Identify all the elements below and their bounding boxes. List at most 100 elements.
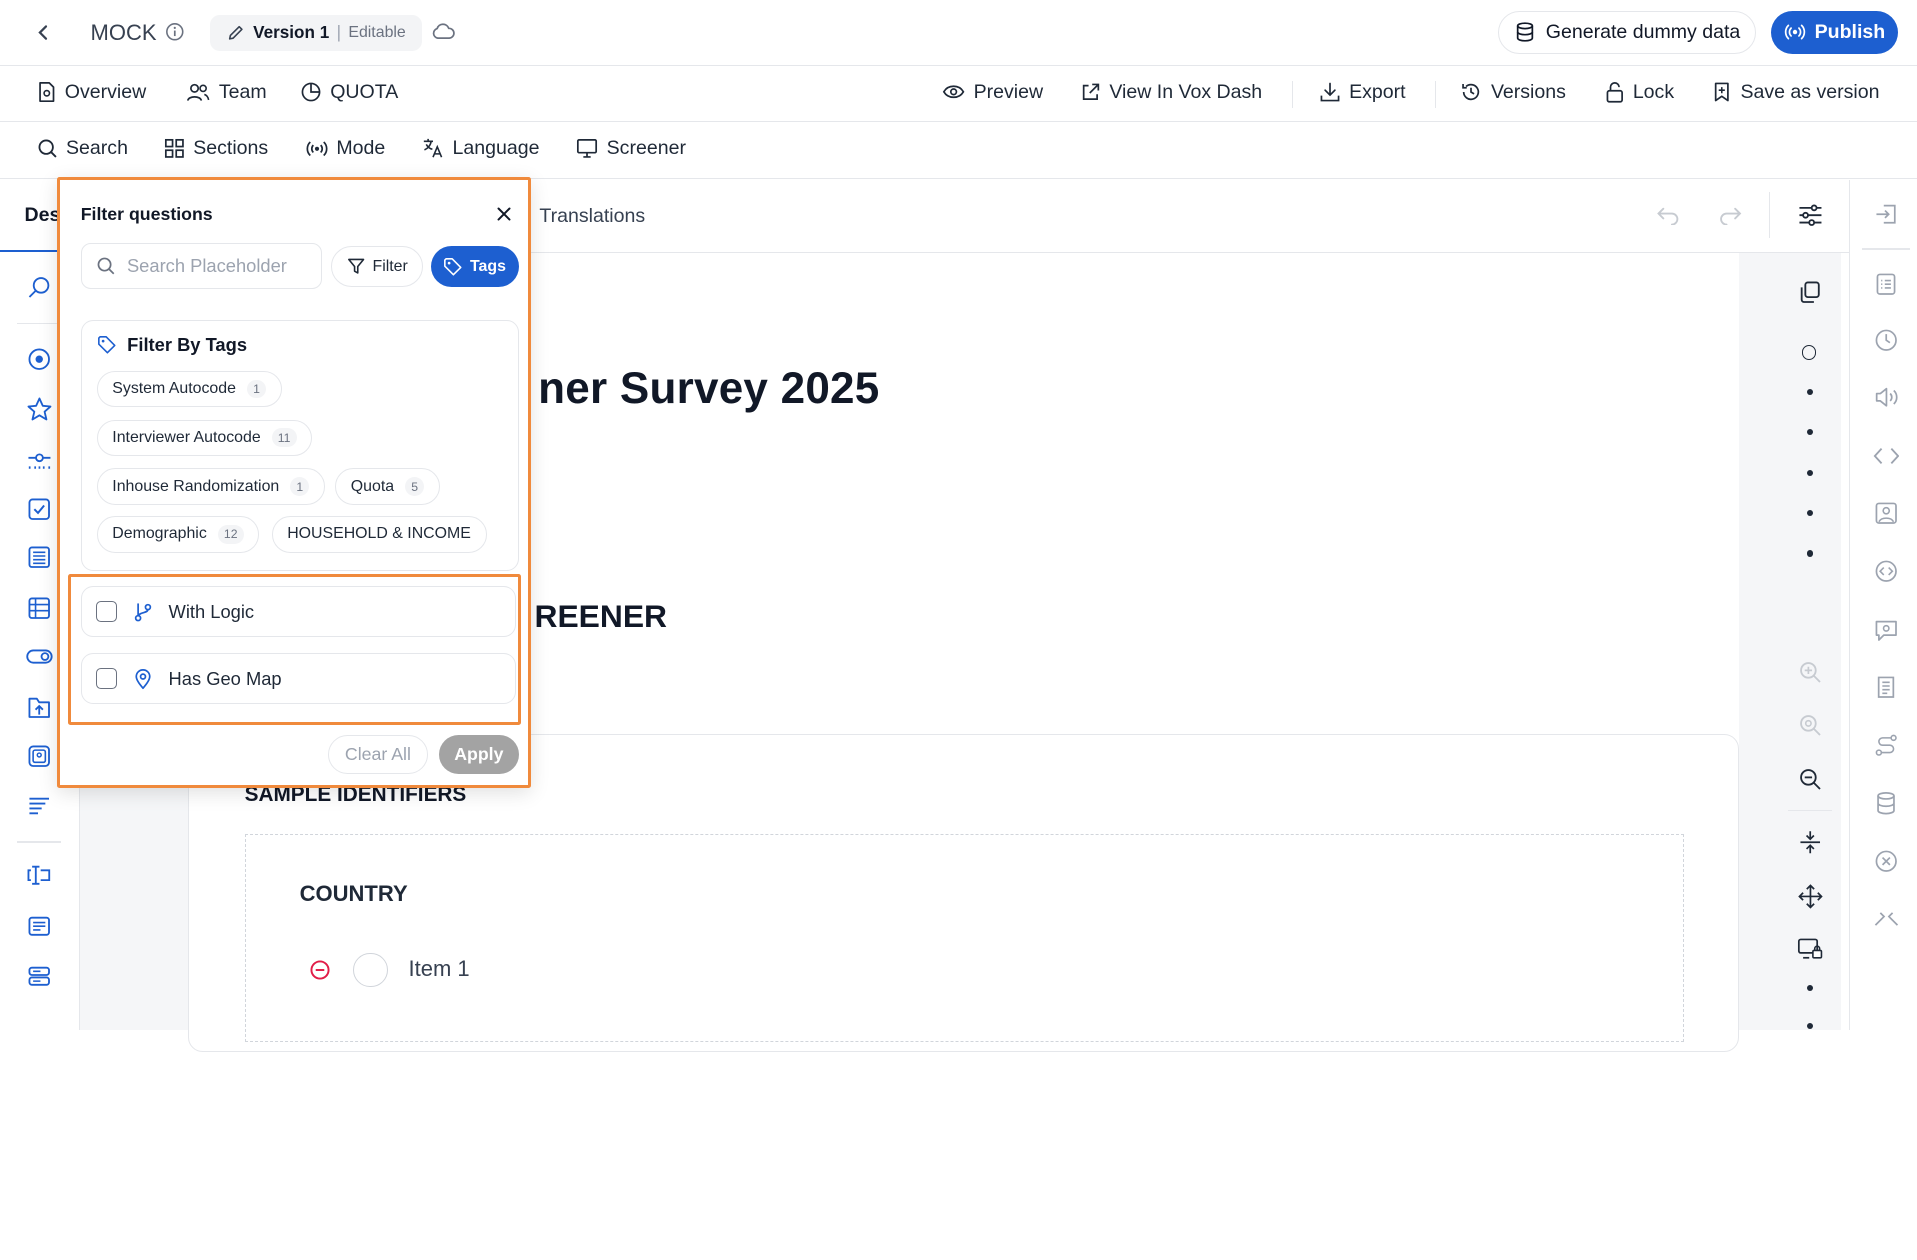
tag-chip[interactable]: Interviewer Autocode 11	[97, 420, 313, 457]
survey-title[interactable]: ner Survey 2025	[538, 364, 879, 414]
file-upload-icon[interactable]	[24, 692, 53, 721]
nav-team[interactable]: Team	[186, 81, 267, 104]
tools-icon[interactable]	[1871, 904, 1900, 933]
apply-button[interactable]: Apply	[439, 735, 519, 774]
redo-icon[interactable]	[1716, 201, 1745, 230]
option-with-logic[interactable]: With Logic	[81, 586, 516, 637]
nav-overview[interactable]: Overview	[37, 81, 147, 104]
text-block-icon[interactable]	[24, 543, 53, 572]
nav-save-as-version[interactable]: Save as version	[1712, 81, 1879, 104]
panel-expand-icon[interactable]	[1871, 199, 1900, 228]
outline-dot[interactable]	[1807, 1023, 1813, 1029]
tag-chip-label: Quota	[351, 478, 394, 496]
toolbar-language[interactable]: Language	[422, 137, 540, 160]
has-geo-map-checkbox[interactable]	[96, 668, 117, 689]
outline-dot[interactable]	[1807, 510, 1813, 516]
code-icon[interactable]	[1871, 442, 1900, 471]
toolbar-screener[interactable]: Screener	[576, 137, 686, 160]
zoom-out-icon[interactable]	[1796, 764, 1825, 793]
nav-view-vox-dash[interactable]: View In Vox Dash	[1080, 81, 1262, 104]
route-icon[interactable]	[1871, 730, 1900, 759]
option-has-geo-map[interactable]: Has Geo Map	[81, 653, 516, 704]
tag-chip[interactable]: Inhouse Randomization 1	[97, 468, 325, 505]
nav-team-label: Team	[219, 81, 267, 104]
toolbar-search[interactable]: Search	[37, 137, 128, 160]
close-circle-icon[interactable]	[1871, 846, 1900, 875]
image-choice-icon[interactable]	[24, 741, 53, 770]
outline-dot[interactable]	[1807, 550, 1813, 556]
collapse-vertical-icon[interactable]	[1796, 828, 1825, 857]
outline-dot[interactable]	[1807, 470, 1813, 476]
remove-item-icon[interactable]	[309, 959, 331, 981]
outline-dot[interactable]	[1807, 985, 1813, 991]
publish-button[interactable]: Publish	[1771, 11, 1898, 54]
document-lines-icon[interactable]	[1871, 673, 1900, 702]
tag-chip[interactable]: System Autocode 1	[97, 371, 282, 408]
monitor-icon	[576, 138, 598, 159]
nav-bar: Overview Team QUOTA Preview View In Vox …	[0, 66, 1917, 122]
tag-chip-count: 1	[290, 477, 309, 496]
version-pill[interactable]: Version 1 | Editable	[210, 15, 421, 52]
item-radio[interactable]	[353, 953, 387, 987]
screen-lock-icon[interactable]	[1796, 934, 1825, 963]
cloud-sync-icon[interactable]	[431, 21, 455, 43]
toolbar-sections[interactable]: Sections	[164, 137, 268, 160]
toolbar-screener-label: Screener	[607, 137, 686, 160]
nav-quota[interactable]: QUOTA	[300, 81, 399, 104]
copy-icon[interactable]	[1796, 278, 1825, 307]
filter-mode-button[interactable]: Filter	[331, 246, 423, 288]
tag-chip[interactable]: HOUSEHOLD & INCOME	[272, 516, 487, 553]
stacked-fields-icon[interactable]	[24, 961, 53, 990]
info-icon[interactable]	[165, 22, 185, 42]
nav-lock[interactable]: Lock	[1605, 81, 1674, 104]
version-name: Version 1	[253, 23, 329, 43]
grid-question-icon[interactable]	[24, 593, 53, 622]
item-label[interactable]: Item 1	[409, 956, 470, 982]
tags-mode-button[interactable]: Tags	[431, 246, 519, 288]
star-rating-icon[interactable]	[24, 395, 53, 424]
nav-preview[interactable]: Preview	[942, 81, 1043, 104]
tag-chip[interactable]: Demographic 12	[97, 516, 260, 553]
image-icon[interactable]	[1871, 499, 1900, 528]
tab-translations[interactable]: Translations	[539, 205, 645, 228]
text-input-icon[interactable]	[24, 861, 53, 890]
radio-question-icon[interactable]	[24, 345, 53, 374]
clock-icon[interactable]	[1871, 325, 1900, 354]
settings-sliders-icon[interactable]	[1796, 201, 1825, 230]
outline-dot[interactable]	[1807, 389, 1813, 395]
back-button[interactable]	[27, 17, 61, 49]
question-box	[245, 834, 1685, 1042]
toolbar-sections-label: Sections	[193, 137, 268, 160]
database-icon[interactable]	[1871, 789, 1900, 818]
chat-settings-icon[interactable]	[1871, 615, 1900, 644]
generate-dummy-data-button[interactable]: Generate dummy data	[1498, 11, 1756, 54]
with-logic-checkbox[interactable]	[96, 601, 117, 622]
filter-search-input[interactable]: Search Placeholder	[81, 243, 322, 288]
media-icon[interactable]	[1871, 557, 1900, 586]
close-icon[interactable]	[493, 203, 515, 225]
app-title: MOCK	[91, 20, 157, 46]
speaker-icon[interactable]	[1871, 383, 1900, 412]
list-doc-icon[interactable]	[1871, 269, 1900, 298]
move-icon[interactable]	[1796, 882, 1825, 911]
long-text-icon[interactable]	[24, 911, 53, 940]
search-icon[interactable]	[24, 273, 53, 302]
undo-icon[interactable]	[1654, 201, 1683, 230]
zoom-reset-icon[interactable]	[1796, 711, 1825, 740]
nav-versions[interactable]: Versions	[1460, 81, 1566, 104]
tag-chip[interactable]: Quota 5	[335, 468, 440, 505]
zoom-in-icon[interactable]	[1796, 658, 1825, 687]
checkbox-question-icon[interactable]	[24, 494, 53, 523]
tab-design[interactable]: Des	[24, 204, 60, 227]
section-title[interactable]: REENER	[534, 598, 667, 635]
clear-all-button[interactable]: Clear All	[328, 735, 428, 774]
slider-question-icon[interactable]	[24, 445, 53, 474]
nav-export[interactable]: Export	[1319, 81, 1406, 104]
nav-divider	[1435, 81, 1436, 108]
question-label[interactable]: COUNTRY	[300, 881, 408, 907]
toggle-question-icon[interactable]	[24, 642, 53, 671]
ranking-icon[interactable]	[24, 791, 53, 820]
toolbar-mode[interactable]: Mode	[306, 137, 385, 160]
download-icon	[1319, 81, 1341, 103]
outline-node-icon[interactable]	[1802, 345, 1817, 360]
